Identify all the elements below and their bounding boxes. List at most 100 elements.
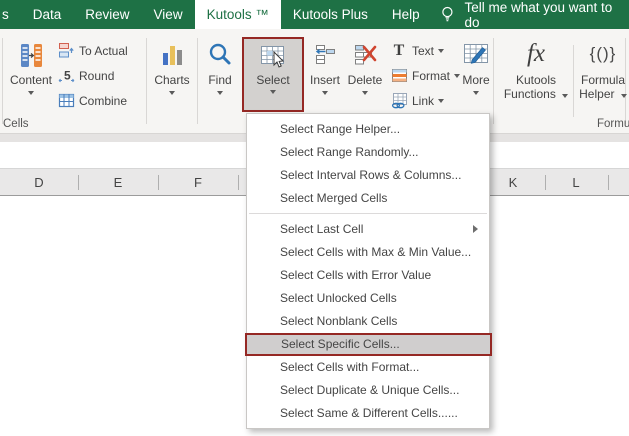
delete-button[interactable]: Delete: [344, 35, 386, 113]
tab-help[interactable]: Help: [380, 0, 432, 29]
menu-item-label: Select Duplicate & Unique Cells...: [280, 383, 460, 397]
menu-item[interactable]: Select Unlocked Cells: [247, 287, 489, 310]
formula-helper-button[interactable]: {()} Formula Helper: [577, 33, 629, 111]
insert-cells-icon: [314, 37, 336, 73]
kutools-functions-button[interactable]: fx Kutools Functions: [503, 33, 569, 111]
column-header-d[interactable]: D: [34, 175, 43, 190]
to-actual-label: To Actual: [79, 43, 128, 58]
column-header-k[interactable]: K: [509, 175, 518, 190]
group-label-formula: Formu: [597, 118, 629, 130]
column-header-e[interactable]: E: [114, 175, 123, 190]
charts-button[interactable]: Charts: [148, 35, 196, 113]
svg-text:5: 5: [64, 69, 71, 83]
chevron-down-icon: [270, 90, 276, 94]
lightbulb-icon: [441, 6, 453, 22]
menu-item-label: Select Cells with Max & Min Value...: [280, 245, 472, 259]
chevron-down-icon: [217, 91, 223, 95]
menu-item[interactable]: Select Last Cell: [247, 218, 489, 241]
chevron-down-icon: [438, 48, 445, 53]
link-icon: [390, 92, 408, 110]
charts-label: Charts: [154, 73, 190, 87]
tab-view[interactable]: View: [142, 0, 195, 29]
format-cells-icon: [390, 67, 408, 85]
tell-me-box[interactable]: Tell me what you want to do: [440, 0, 629, 30]
text-icon: T: [393, 41, 405, 59]
chevron-down-icon: [169, 91, 175, 95]
column-divider: [608, 175, 609, 190]
kutools-functions-label-1: Kutools: [515, 73, 557, 87]
find-button[interactable]: Find: [199, 35, 241, 113]
column-divider: [158, 175, 159, 190]
tab-data[interactable]: Data: [21, 0, 74, 29]
menu-item-label: Select Interval Rows & Columns...: [280, 168, 462, 182]
find-label: Find: [208, 73, 232, 87]
more-tools-icon: [463, 37, 490, 73]
menu-item-label: Select Last Cell: [280, 222, 364, 236]
group-separator: [2, 38, 3, 124]
content-button[interactable]: Content: [4, 35, 58, 113]
ribbon-tab-bar: s Data Review View Kutools ™ Kutools Plus Hel…: [0, 0, 629, 30]
small-button-column: To Actual 5 Round Combine: [57, 38, 128, 113]
menu-item[interactable]: Select Range Helper...: [247, 118, 489, 141]
menu-item[interactable]: Select Cells with Max & Min Value...: [247, 241, 489, 264]
menu-item[interactable]: Select Merged Cells: [247, 187, 489, 210]
combine-button[interactable]: Combine: [57, 88, 128, 113]
menu-item[interactable]: Select Duplicate & Unique Cells...: [247, 379, 489, 402]
delete-cells-icon: [354, 37, 377, 73]
menu-item[interactable]: Select Specific Cells...: [245, 333, 492, 356]
to-actual-button[interactable]: To Actual: [57, 38, 128, 63]
column-divider: [545, 175, 546, 190]
insert-label: Insert: [309, 73, 340, 87]
menu-item[interactable]: Select Interval Rows & Columns...: [247, 164, 489, 187]
text-button[interactable]: T Text: [390, 38, 460, 63]
column-header-l[interactable]: L: [572, 175, 579, 190]
tab-kutools[interactable]: Kutools ™: [194, 0, 281, 29]
search-icon: [207, 37, 233, 73]
content-label: Content: [9, 73, 53, 87]
menu-item[interactable]: Select Same & Different Cells......: [247, 402, 489, 425]
tell-me-label: Tell me what you want to do: [464, 0, 613, 30]
chevron-down-icon: [620, 94, 627, 98]
tab-review[interactable]: Review: [73, 0, 141, 29]
select-dropdown-menu: Select Range Helper... Select Range Rando…: [245, 113, 492, 429]
select-cells-icon: [260, 40, 286, 73]
column-header-f[interactable]: F: [194, 175, 202, 190]
text-label: Text: [412, 43, 435, 58]
chevron-down-icon: [438, 98, 445, 103]
column-divider: [78, 175, 79, 190]
chevron-down-icon: [562, 94, 569, 98]
tab-kutools-plus[interactable]: Kutools Plus: [281, 0, 380, 29]
menu-item-label: Select Cells with Format...: [280, 360, 420, 374]
combine-label: Combine: [79, 93, 128, 108]
menu-item-label: Select Same & Different Cells......: [280, 406, 458, 420]
menu-item-label: Select Nonblank Cells: [280, 314, 398, 328]
menu-item[interactable]: Select Range Randomly...: [247, 141, 489, 164]
link-label: Link: [412, 93, 435, 108]
link-button[interactable]: Link: [390, 88, 460, 113]
formula-helper-label-1: Formula: [580, 73, 625, 87]
group-separator: [573, 45, 574, 117]
submenu-arrow-icon: [473, 225, 478, 233]
group-label-cells: Cells: [3, 118, 29, 130]
delete-label: Delete: [347, 73, 383, 87]
chevron-down-icon: [28, 91, 34, 95]
chevron-down-icon: [322, 91, 328, 95]
menu-item[interactable]: Select Nonblank Cells: [247, 310, 489, 333]
bar-chart-icon: [161, 37, 184, 73]
menu-item-label: Select Merged Cells: [280, 191, 388, 205]
more-button[interactable]: More: [455, 35, 497, 113]
group-separator: [146, 38, 147, 124]
format-button[interactable]: Format: [390, 63, 461, 88]
round-icon: 5: [57, 67, 75, 85]
select-button[interactable]: Select: [242, 37, 304, 112]
menu-item[interactable]: Select Cells with Format...: [247, 356, 489, 379]
menu-item[interactable]: Select Cells with Error Value: [247, 264, 489, 287]
menu-item-label: Select Range Helper...: [280, 122, 401, 136]
formula-helper-label-2: Helper: [579, 87, 615, 101]
tab-formulas-partial[interactable]: s: [0, 0, 21, 29]
menu-item-label: Select Range Randomly...: [280, 145, 419, 159]
round-button[interactable]: 5 Round: [57, 63, 128, 88]
to-actual-icon: [57, 42, 75, 60]
insert-button[interactable]: Insert: [306, 35, 344, 113]
excel-window: s Data Review View Kutools ™ Kutools Plus Hel…: [0, 0, 629, 436]
